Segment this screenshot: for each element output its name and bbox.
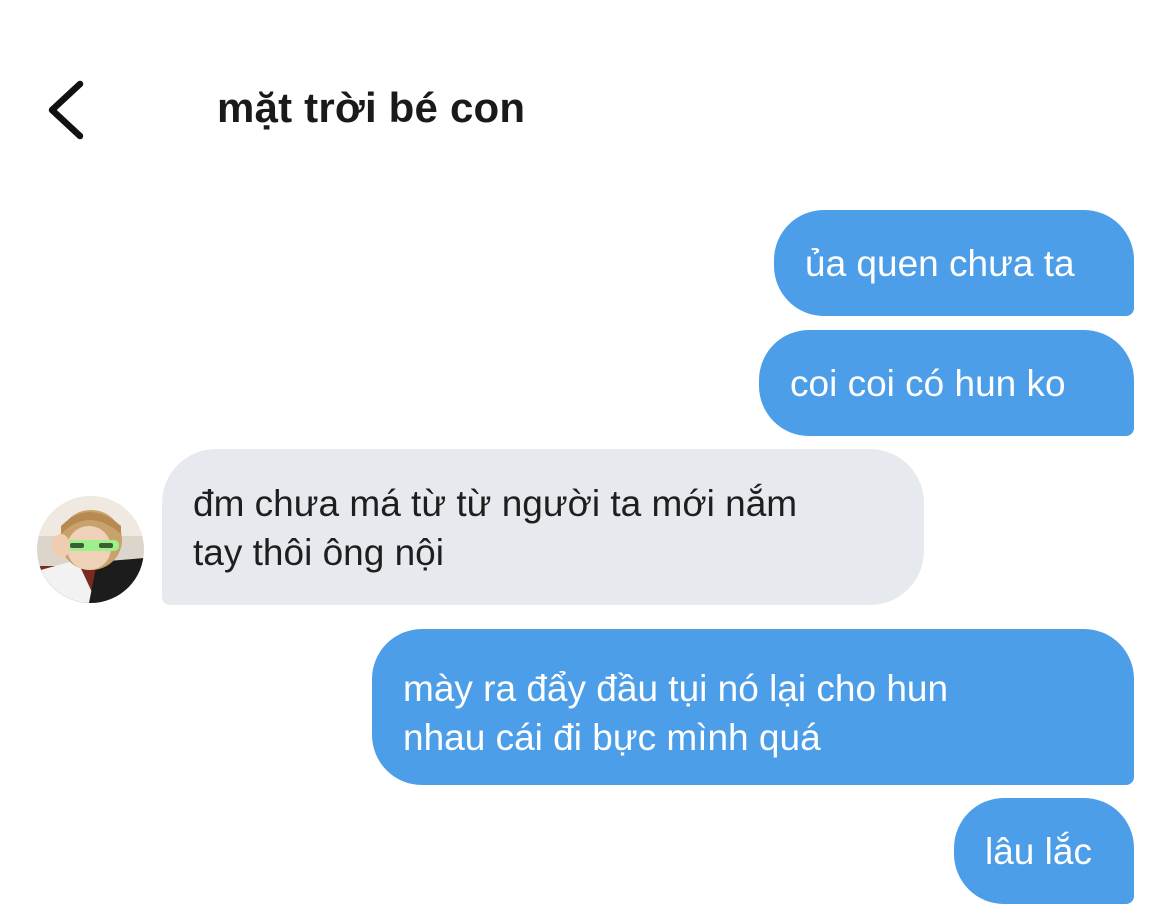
- message-bubble-received[interactable]: đm chưa má từ từ người ta mới nắm tay th…: [162, 449, 924, 605]
- message-bubble-sent[interactable]: mày ra đẩy đầu tụi nó lại cho hun nhau c…: [372, 629, 1134, 785]
- conversation-title: mặt trời bé con: [217, 84, 526, 131]
- message-text-line: mày ra đẩy đầu tụi nó lại cho hun: [403, 668, 949, 709]
- chevron-left-icon: [48, 80, 84, 140]
- message-bubble-sent[interactable]: ủa quen chưa ta: [774, 210, 1134, 316]
- message-text-line: nhau cái đi bực mình quá: [403, 717, 821, 758]
- message-text: ủa quen chưa ta: [805, 243, 1075, 284]
- message-text-line: đm chưa má từ từ người ta mới nắm: [193, 483, 798, 524]
- contact-avatar[interactable]: [37, 496, 144, 603]
- message-bubble-sent[interactable]: coi coi có hun ko: [759, 330, 1134, 436]
- message-bubble-sent[interactable]: lâu lắc: [954, 798, 1134, 904]
- message-text: coi coi có hun ko: [790, 363, 1066, 404]
- back-button[interactable]: [36, 76, 96, 146]
- avatar-photo: [37, 496, 144, 603]
- message-text-line: tay thôi ông nội: [193, 532, 444, 573]
- message-text: lâu lắc: [985, 831, 1092, 872]
